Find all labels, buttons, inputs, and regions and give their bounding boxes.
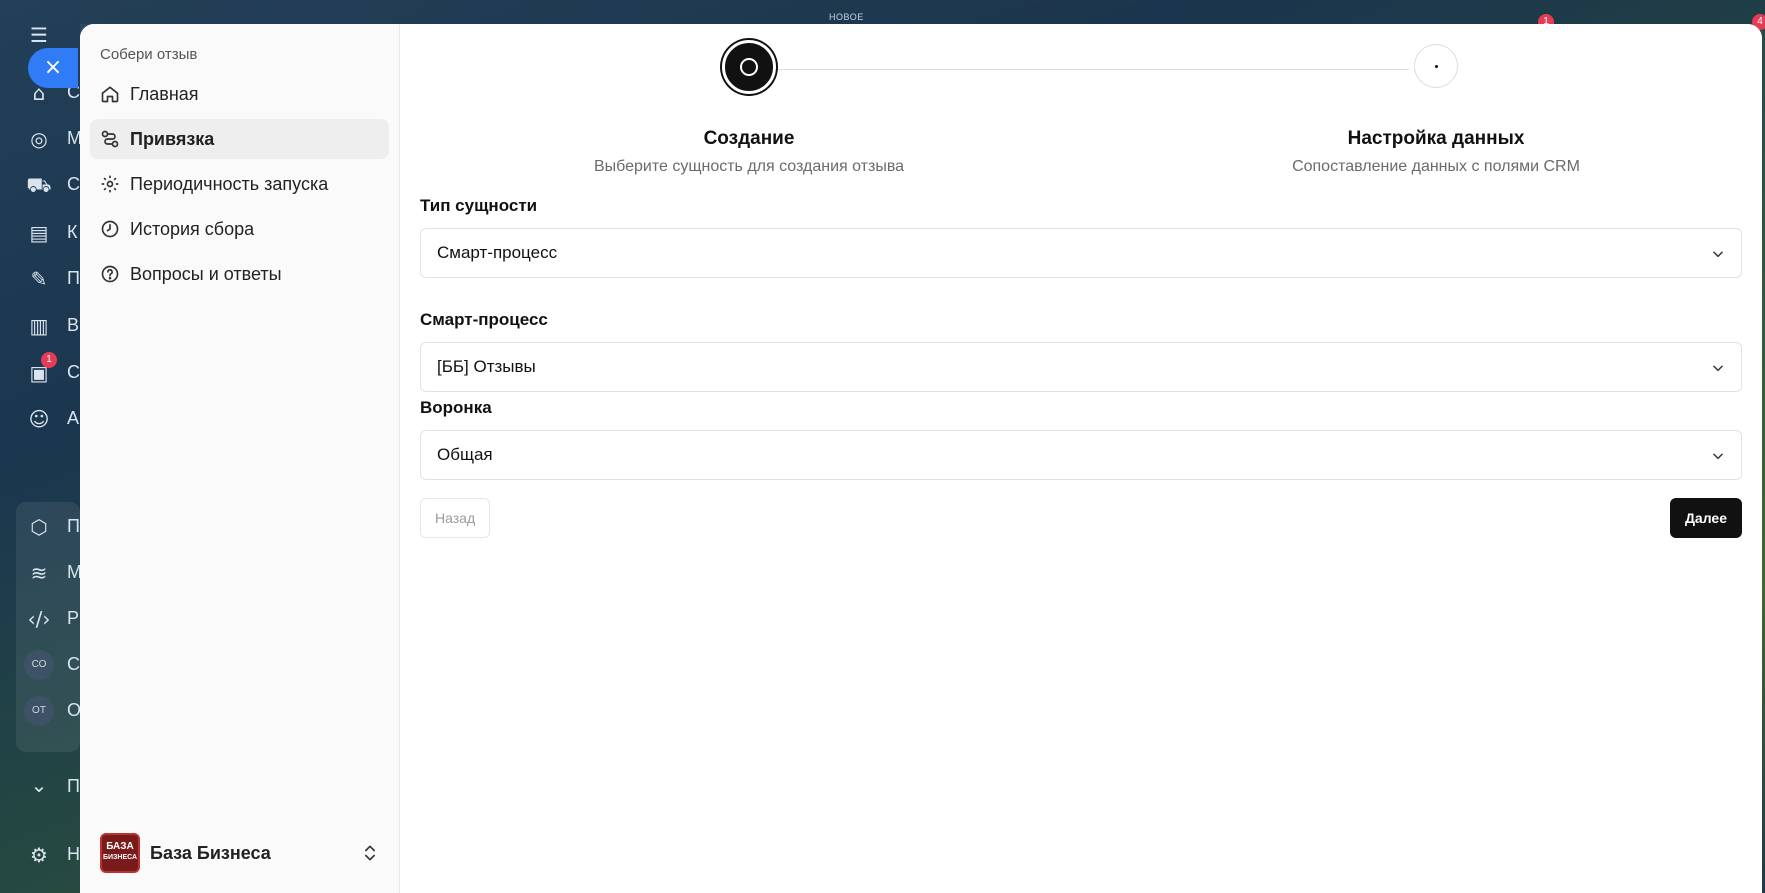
box-icon: ⬡ bbox=[30, 515, 48, 539]
entity-type-value: Смарт-процесс bbox=[437, 243, 558, 262]
background-sidebar-letter: А bbox=[67, 408, 80, 428]
app-title: Собери отзыв bbox=[100, 46, 198, 63]
avatar: ОТ bbox=[24, 696, 54, 726]
smart-process-label: Смарт-процесс bbox=[420, 310, 548, 329]
entity-type-select[interactable]: Смарт-процесс bbox=[420, 228, 1742, 278]
next-button[interactable]: Далее bbox=[1669, 498, 1742, 538]
team-name: База Бизнеса bbox=[150, 842, 271, 863]
funnel-value: Общая bbox=[437, 445, 493, 464]
team-logo: БАЗА БИЗНЕСА bbox=[100, 833, 140, 873]
entity-type-label: Тип сущности bbox=[420, 196, 538, 215]
team-logo-line: БИЗНЕСА bbox=[102, 854, 138, 861]
menu-icon[interactable]: ☰ bbox=[26, 22, 52, 48]
step-label-data-setup: Настройка данных Сопоставление данных с … bbox=[1236, 128, 1636, 176]
avatar: СО bbox=[24, 650, 54, 680]
chevron-up-down-icon bbox=[360, 843, 380, 863]
sidebar-item-label: Вопросы и ответы bbox=[130, 263, 282, 284]
chevron-down-icon: ⌄ bbox=[30, 773, 48, 797]
target-icon: ◎ bbox=[30, 127, 48, 151]
stepper-connector bbox=[769, 69, 1409, 70]
background-sidebar-letter: С bbox=[67, 174, 80, 194]
step-indicator-pending bbox=[1414, 44, 1458, 88]
cart-icon: ⛟ bbox=[26, 173, 52, 197]
background-topbar: НОВОЕ bbox=[80, 0, 1765, 24]
main-content: Создание Выберите сущность для создания … bbox=[400, 24, 1762, 893]
step-dot-icon bbox=[1434, 64, 1438, 68]
background-sidebar: ☰ ⌂ С ◎ М ⛟ С ▤ К ✎ П ▥ В ▣ 1 С ☺ А bbox=[0, 0, 82, 893]
chevron-down-icon bbox=[1711, 246, 1725, 260]
step-title: Настройка данных bbox=[1347, 128, 1525, 149]
form-actions: Назад Далее bbox=[420, 498, 1742, 538]
background-sidebar-letter: Р bbox=[67, 608, 80, 628]
link-settings-icon bbox=[100, 129, 120, 149]
pen-icon: ✎ bbox=[30, 267, 48, 291]
step-subtitle: Сопоставление данных с полями CRM bbox=[1292, 158, 1580, 175]
background-pinned-group: ⬡ П ≋ М ‹/› Р СО С ОТ О bbox=[16, 502, 82, 752]
sidebar-item-history[interactable]: История сбора bbox=[90, 209, 389, 249]
background-sidebar-letter: П bbox=[67, 268, 80, 288]
background-sidebar-letter: Н bbox=[67, 844, 80, 864]
sidebar-item-label: Периодичность запуска bbox=[130, 173, 329, 194]
clock-icon bbox=[100, 219, 120, 239]
background-new-label: НОВОЕ bbox=[829, 12, 864, 22]
smart-process-value: [ББ] Отзывы bbox=[437, 357, 536, 376]
code-icon: ‹/› bbox=[27, 607, 51, 631]
gear-icon bbox=[100, 174, 120, 194]
step-label-creation: Создание Выберите сущность для создания … bbox=[549, 128, 949, 176]
home-icon bbox=[100, 84, 120, 104]
background-sidebar-letter: П bbox=[67, 776, 80, 796]
sidebar-item-label: Привязка bbox=[130, 128, 215, 149]
sidebar-item-label: История сбора bbox=[130, 218, 255, 239]
sidebar-item-schedule[interactable]: Периодичность запуска bbox=[90, 164, 389, 204]
step-indicator-active bbox=[722, 40, 776, 94]
document-icon: ▤ bbox=[29, 221, 49, 245]
bar-chart-icon: ▥ bbox=[29, 314, 49, 338]
background-sidebar-letter: С bbox=[67, 362, 80, 382]
background-sidebar-letter: С bbox=[67, 654, 80, 674]
robot-icon: ☺ bbox=[28, 407, 50, 431]
sidebar-item-faq[interactable]: Вопросы и ответы bbox=[90, 254, 389, 294]
funnel-label: Воронка bbox=[420, 398, 492, 417]
sidebar-item-binding[interactable]: Привязка bbox=[90, 119, 389, 159]
step-title: Создание bbox=[703, 128, 795, 149]
app-sidebar: Собери отзыв Главная Привязка Периодично… bbox=[80, 24, 400, 893]
back-button[interactable]: Назад bbox=[420, 498, 491, 538]
background-sidebar-letter: П bbox=[67, 516, 80, 536]
chevron-down-icon bbox=[1711, 360, 1725, 374]
background-sidebar-letter: К bbox=[67, 222, 78, 242]
close-button[interactable]: × bbox=[28, 48, 78, 88]
step-subtitle: Выберите сущность для создания отзыва bbox=[593, 158, 905, 175]
smart-process-select[interactable]: [ББ] Отзывы bbox=[420, 342, 1742, 392]
settings-icon: ⚙ bbox=[30, 843, 48, 867]
team-switcher[interactable]: БАЗА БИЗНЕСА База Бизнеса bbox=[100, 831, 380, 875]
step-ring-icon bbox=[740, 58, 758, 76]
funnel-select[interactable]: Общая bbox=[420, 430, 1742, 480]
background-sidebar-letter: В bbox=[67, 315, 80, 335]
chevron-down-icon bbox=[1711, 448, 1725, 462]
question-icon bbox=[100, 264, 120, 284]
notification-badge: 1 bbox=[41, 352, 57, 368]
slider-panel: Собери отзыв Главная Привязка Периодично… bbox=[80, 24, 1762, 893]
background-sidebar-letter: О bbox=[67, 700, 82, 720]
sidebar-item-home[interactable]: Главная bbox=[90, 74, 389, 114]
team-logo-line: БАЗА bbox=[106, 841, 134, 852]
stepper: Создание Выберите сущность для создания … bbox=[420, 24, 1742, 184]
marketing-icon: ≋ bbox=[30, 561, 48, 585]
sidebar-item-label: Главная bbox=[130, 83, 199, 104]
